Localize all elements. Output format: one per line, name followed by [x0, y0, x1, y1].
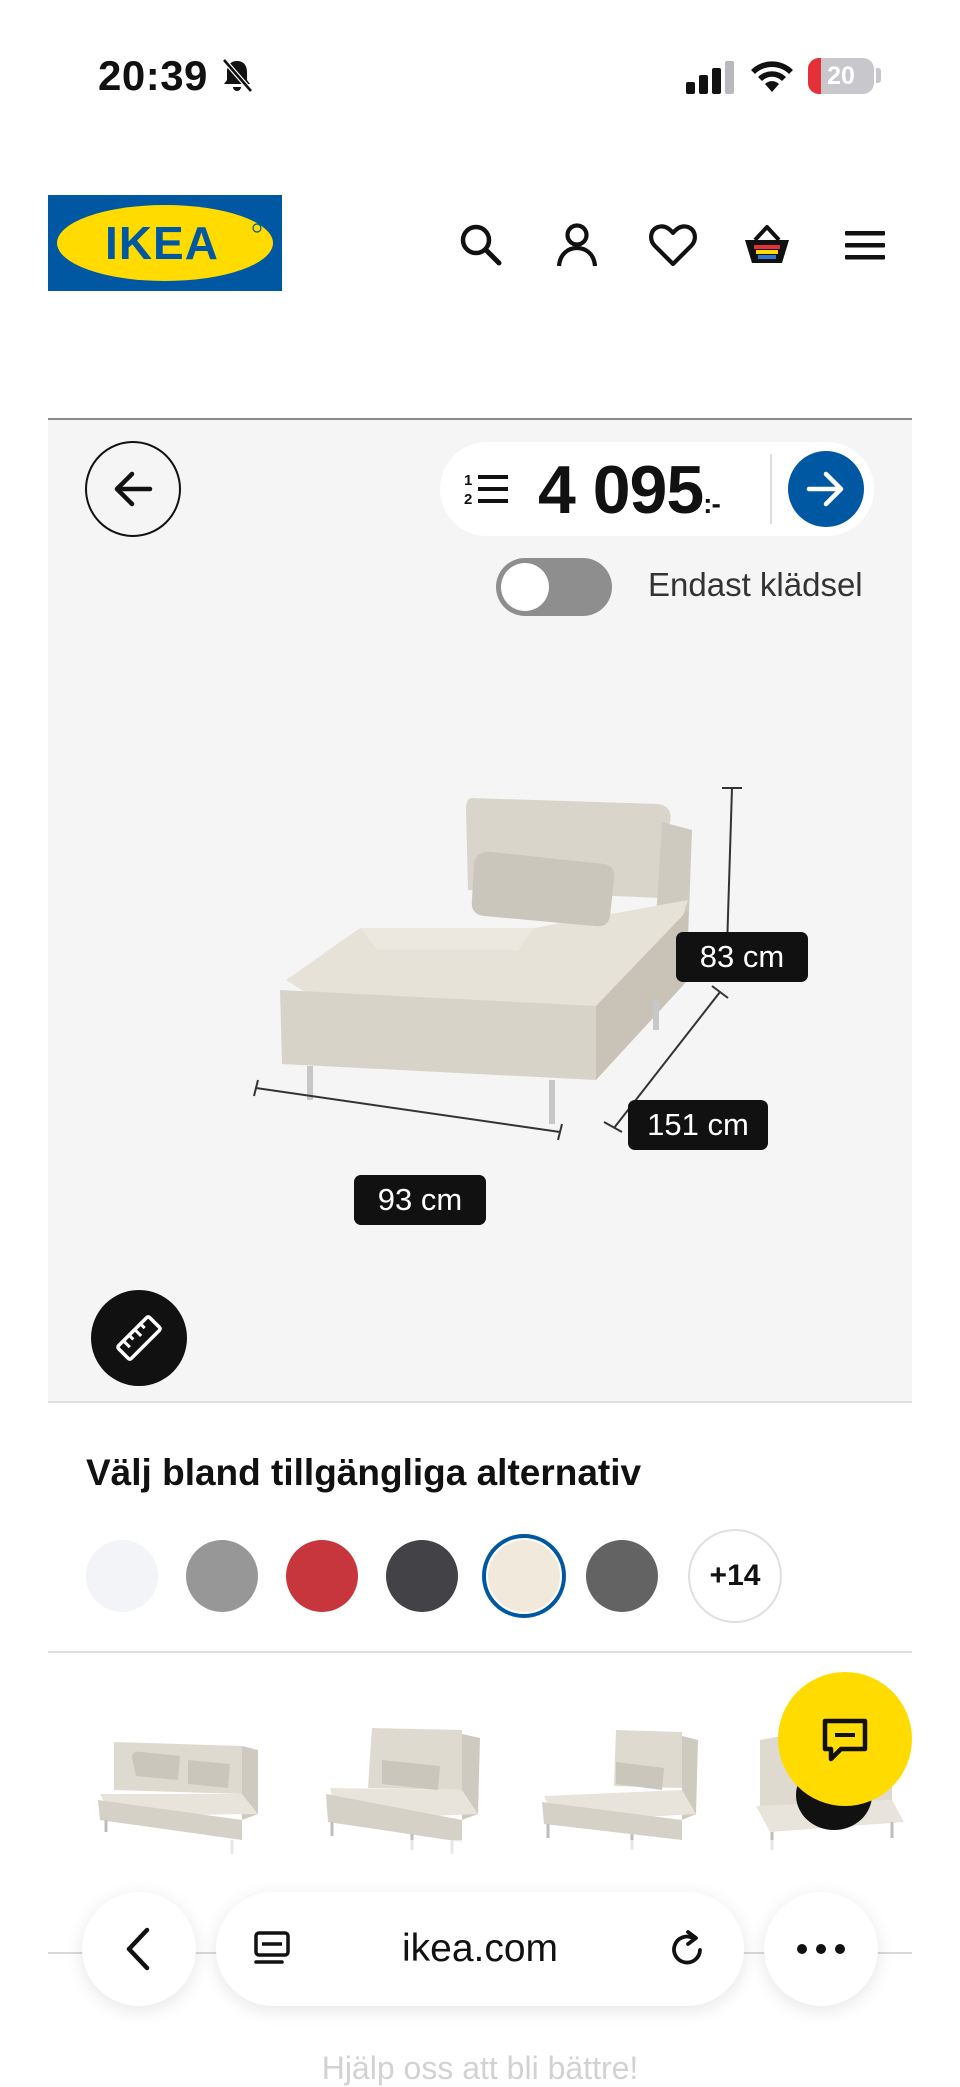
continue-button[interactable] [788, 451, 864, 527]
site-header: IKEA [0, 180, 960, 300]
upholstery-only-label: Endast klädsel [648, 566, 863, 603]
upholstery-only-toggle[interactable] [496, 558, 612, 616]
section-divider [48, 1651, 912, 1653]
price-value: 4 095:- [538, 450, 721, 544]
basket-icon[interactable] [742, 220, 792, 270]
bell-muted-icon [222, 58, 253, 93]
measurements-button[interactable] [91, 1290, 187, 1386]
battery-cap [876, 68, 881, 83]
browser-back-button[interactable] [82, 1892, 196, 2006]
dimension-height-label: 83 cm [676, 932, 808, 982]
feedback-link[interactable]: Hjälp oss att bli bättre! [0, 2050, 960, 2087]
color-swatch-red[interactable] [286, 1540, 358, 1612]
cellular-signal-icon [686, 61, 734, 94]
chat-support-button[interactable] [778, 1672, 912, 1806]
ruler-icon [116, 1315, 162, 1361]
arrow-left-icon [114, 471, 153, 507]
search-icon[interactable] [456, 220, 506, 270]
price-pill-divider [770, 454, 772, 524]
numbered-list-icon: 1 2 [464, 472, 508, 508]
account-icon[interactable] [552, 220, 602, 270]
svg-text:1: 1 [464, 472, 472, 489]
color-swatch-dark-grey[interactable] [386, 1540, 458, 1612]
browser-address-bar[interactable]: ikea.com [216, 1892, 744, 2006]
back-button[interactable] [85, 441, 181, 537]
toggle-knob [501, 563, 549, 611]
chevron-left-icon [126, 1927, 150, 1971]
browser-more-button[interactable] [764, 1892, 878, 2006]
color-swatch-medium-grey[interactable] [586, 1540, 658, 1612]
heart-icon[interactable] [648, 220, 698, 270]
menu-icon[interactable] [840, 220, 890, 270]
color-swatch-beige[interactable] [488, 1540, 560, 1612]
module-thumbnail-loveseat[interactable] [92, 1710, 276, 1860]
price-suffix: :- [703, 488, 721, 519]
arrow-right-icon [806, 471, 844, 507]
svg-text:2: 2 [464, 491, 472, 508]
dimension-width-label: 93 cm [354, 1175, 486, 1225]
browser-url: ikea.com [401, 1927, 559, 1970]
reload-icon[interactable] [666, 1928, 708, 1970]
chat-bubble-icon [822, 1718, 868, 1762]
battery-level-text: 20 [827, 62, 855, 90]
logo-text: IKEA [105, 217, 219, 269]
status-time: 20:39 [98, 52, 208, 99]
ikea-logo[interactable]: IKEA [48, 195, 282, 291]
status-bar: 20:39 20 [0, 0, 960, 150]
product-configurator-viewer: 1 2 4 095:- Endast klädsel 83 cm 151 cm … [48, 418, 912, 1403]
module-thumbnail-chaise-longue[interactable] [532, 1710, 716, 1860]
more-dots-icon [797, 1944, 845, 1954]
more-colors-button[interactable]: +14 [688, 1529, 782, 1623]
options-heading: Välj bland tillgängliga alternativ [86, 1452, 642, 1493]
price-summary-pill[interactable]: 1 2 4 095:- [440, 442, 874, 536]
color-swatch-light-grey[interactable] [186, 1540, 258, 1612]
battery-icon: 20 [808, 58, 874, 94]
wifi-icon [751, 61, 793, 92]
price-amount: 4 095 [538, 452, 704, 528]
dimension-depth-label: 151 cm [628, 1100, 768, 1150]
color-swatch-white[interactable] [86, 1540, 158, 1612]
module-thumbnail-armchair[interactable] [312, 1710, 496, 1860]
